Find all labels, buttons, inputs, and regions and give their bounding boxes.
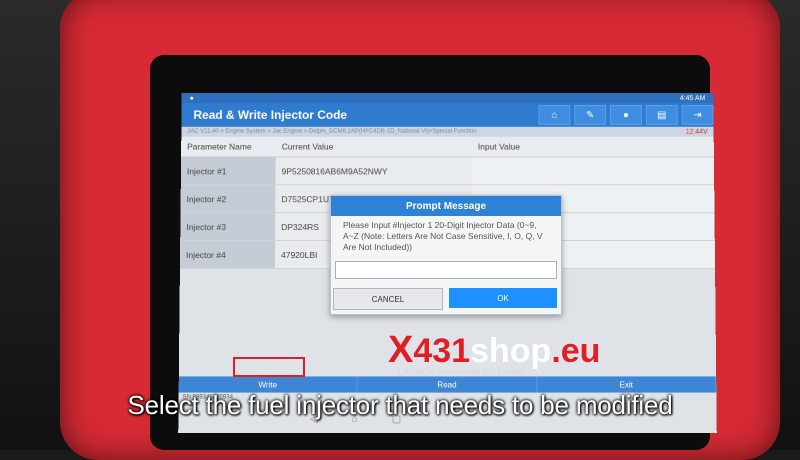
- exit-icon[interactable]: ⇥: [681, 105, 714, 125]
- table-header: Parameter Name Current Value Input Value: [181, 136, 714, 157]
- edit-icon[interactable]: ✎: [574, 105, 607, 125]
- prompt-dialog: Prompt Message Please Input #Injector 1 …: [330, 195, 562, 315]
- status-bar: ● 4:45 AM: [181, 93, 714, 104]
- table-row[interactable]: Injector #1 9P5250816AB6M9A52NWY: [180, 156, 715, 185]
- row-name: Injector #1: [180, 156, 276, 185]
- page-title: Read & Write Injector Code: [193, 108, 348, 122]
- logo-tagline: LAUNCH Authorized EU Dealer: [398, 367, 525, 377]
- dialog-title: Prompt Message: [331, 196, 561, 216]
- row-current: 9P5250816AB6M9A52NWY: [275, 156, 472, 185]
- logo-x: X: [388, 329, 414, 371]
- write-highlight-box: [233, 357, 305, 377]
- header-parameter: Parameter Name: [181, 136, 276, 157]
- breadcrumb: JAC V11.40 > Engine System > Jac Engine …: [181, 126, 714, 137]
- video-caption: Select the fuel injector that needs to b…: [127, 390, 673, 420]
- status-time: 4:45 AM: [679, 94, 706, 102]
- logo-shop: shop: [470, 332, 552, 370]
- header-current: Current Value: [275, 136, 472, 157]
- dialog-message: Please Input #Injector 1 20-Digit Inject…: [343, 220, 543, 252]
- row-input[interactable]: [471, 156, 715, 185]
- injector-code-input[interactable]: [335, 261, 557, 279]
- breadcrumb-text: JAC V11.40 > Engine System > Jac Engine …: [187, 128, 477, 135]
- header-input: Input Value: [471, 136, 714, 157]
- watermark-logo: X431shop.eu: [388, 331, 601, 370]
- row-name: Injector #2: [180, 184, 276, 213]
- cancel-button[interactable]: CANCEL: [333, 288, 443, 310]
- chat-icon[interactable]: ●: [610, 105, 642, 125]
- status-left-icon: ●: [189, 94, 194, 102]
- row-name: Injector #3: [180, 212, 276, 241]
- logo-431: 431: [413, 332, 471, 370]
- title-bar: Read & Write Injector Code ⌂ ✎ ● ▤ ⇥: [181, 103, 714, 127]
- print-icon[interactable]: ▤: [645, 105, 678, 125]
- home-icon[interactable]: ⌂: [538, 105, 571, 125]
- row-name: Injector #4: [179, 240, 276, 269]
- ok-button[interactable]: OK: [449, 288, 557, 308]
- battery-voltage: 12.44V: [685, 128, 708, 136]
- logo-eu: .eu: [551, 332, 601, 370]
